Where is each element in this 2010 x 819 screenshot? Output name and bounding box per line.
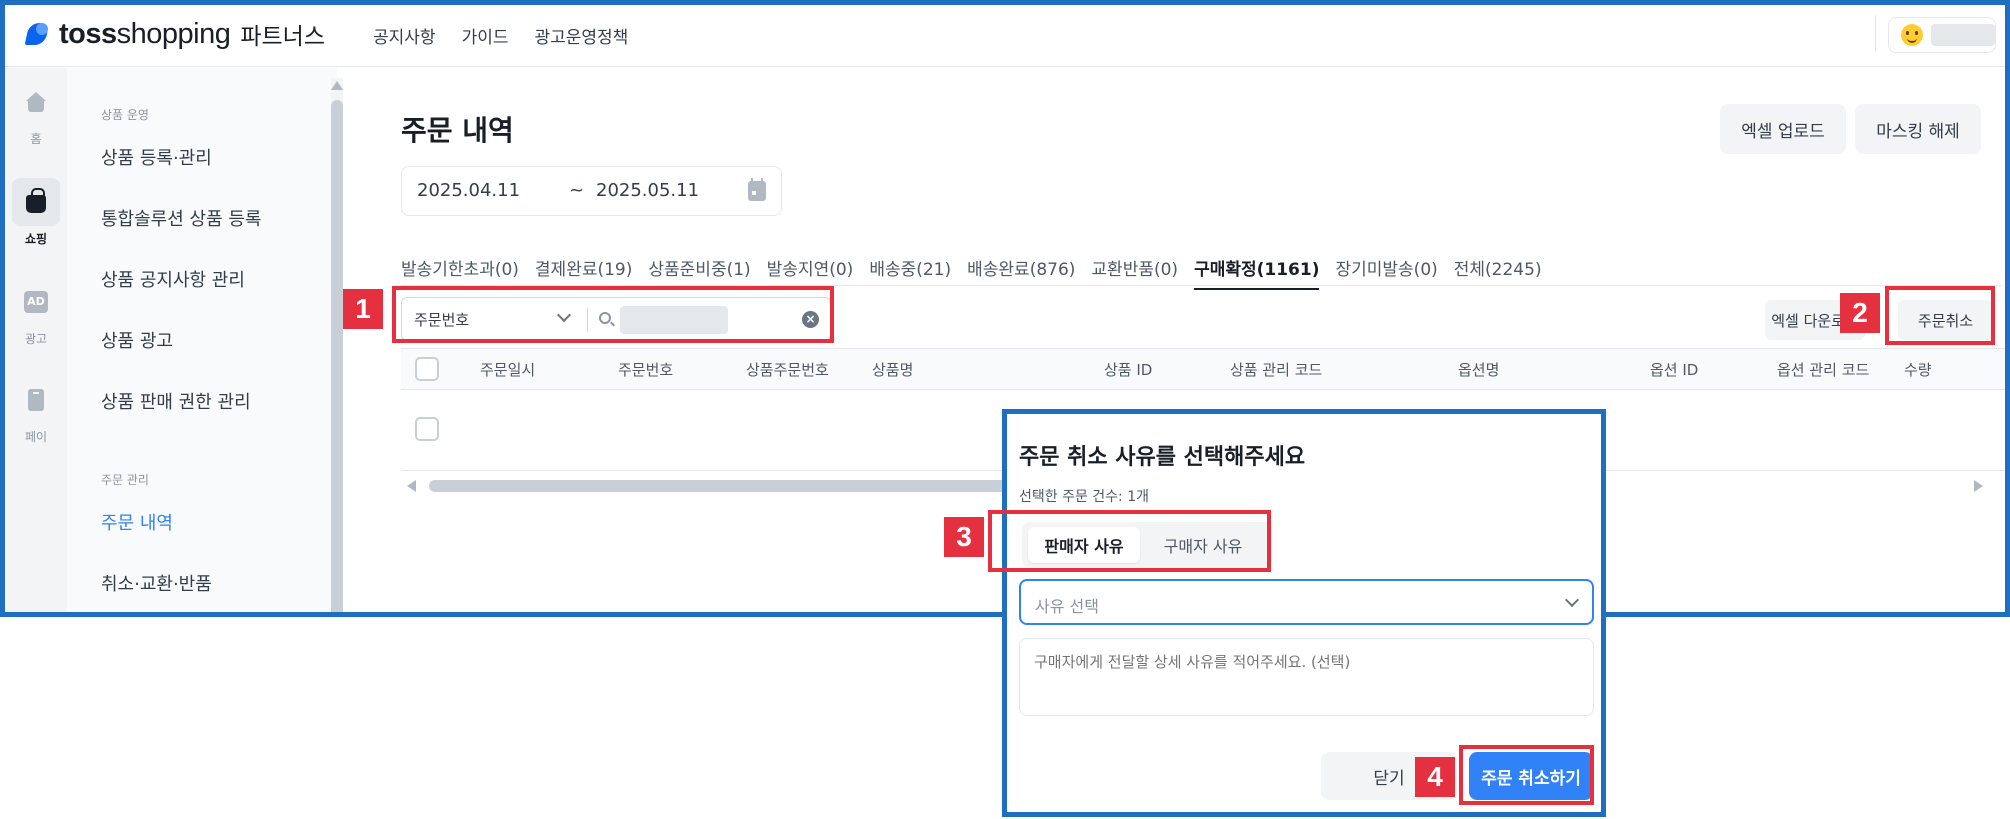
highlight-reason-type xyxy=(988,510,1271,572)
modal-title: 주문 취소 사유를 선택해주세요 xyxy=(1019,445,1306,470)
modal-selected-count: 선택한 주문 건수: 1개 xyxy=(1019,489,1150,505)
header-divider xyxy=(1875,15,1876,51)
rail-label-ad: 광고 xyxy=(24,332,48,346)
sidebar-section-product: 상품 운영 xyxy=(101,108,149,122)
col-quantity[interactable]: 수량 xyxy=(1904,359,1932,380)
scroll-up-arrow-icon[interactable] xyxy=(331,81,343,90)
rail-item-ad[interactable]: AD 광고 xyxy=(11,278,61,347)
profile-name-redacted xyxy=(1931,24,1995,46)
sidebar-item-sales-permission[interactable]: 상품 판매 권한 관리 xyxy=(101,388,251,414)
rail-label-pay: 페이 xyxy=(24,430,48,444)
col-product-order-no[interactable]: 상품주문번호 xyxy=(746,359,829,380)
logo-suffix: 파트너스 xyxy=(240,24,325,50)
row-checkbox[interactable] xyxy=(415,417,439,441)
step-badge-1: 1 xyxy=(343,289,383,329)
step-badge-2: 2 xyxy=(1840,293,1880,333)
sidebar-item-product-ad[interactable]: 상품 광고 xyxy=(101,327,173,353)
reason-select-placeholder: 사유 선택 xyxy=(1035,597,1099,616)
rail-label-home: 홈 xyxy=(30,132,42,146)
top-bar: tossshopping 파트너스 공지사항 가이드 광고운영정책 xyxy=(5,5,2005,67)
step-badge-4: 4 xyxy=(1415,757,1455,797)
col-option-mgmt-code[interactable]: 옵션 관리 코드 xyxy=(1777,359,1869,380)
chevron-down-icon[interactable] xyxy=(1564,592,1580,608)
sidebar-item-cancel-exchange-return[interactable]: 취소·교환·반품 xyxy=(101,570,212,596)
smiley-avatar-icon xyxy=(1901,24,1923,46)
col-product-mgmt-code[interactable]: 상품 관리 코드 xyxy=(1230,359,1322,380)
nav-guide[interactable]: 가이드 xyxy=(462,23,509,48)
shopping-bag-icon xyxy=(26,188,46,213)
col-order-no[interactable]: 주문번호 xyxy=(618,359,673,380)
top-nav: 공지사항 가이드 광고운영정책 xyxy=(373,23,628,48)
nav-notice[interactable]: 공지사항 xyxy=(373,23,436,48)
highlight-search xyxy=(392,286,834,343)
calendar-icon[interactable] xyxy=(748,178,766,201)
rail-item-shopping[interactable]: 쇼핑 xyxy=(11,178,61,247)
page-title: 주문 내역 xyxy=(401,114,514,147)
highlight-confirm xyxy=(1459,745,1594,805)
scroll-right-arrow-icon[interactable] xyxy=(1974,480,1983,492)
date-separator: ~ xyxy=(569,180,585,201)
col-option-id[interactable]: 옵션 ID xyxy=(1650,359,1698,380)
home-icon xyxy=(25,92,47,112)
sidebar-scroll-thumb[interactable] xyxy=(331,100,343,612)
reason-select[interactable]: 사유 선택 xyxy=(1019,579,1594,625)
logo[interactable]: tossshopping 파트너스 xyxy=(25,17,325,51)
col-order-date[interactable]: 주문일시 xyxy=(480,359,535,380)
highlight-cancel-order xyxy=(1885,286,1995,345)
date-from: 2025.04.11 xyxy=(417,180,521,201)
sidebar-item-product-notice[interactable]: 상품 공지사항 관리 xyxy=(101,266,245,292)
unmask-button[interactable]: 마스킹 해제 xyxy=(1855,104,1981,154)
sidebar-item-integrated-register[interactable]: 통합솔루션 상품 등록 xyxy=(101,205,261,231)
pay-icon xyxy=(28,389,44,411)
select-all-checkbox[interactable] xyxy=(415,357,439,381)
excel-upload-button[interactable]: 엑셀 업로드 xyxy=(1720,104,1846,154)
col-product-id[interactable]: 상품 ID xyxy=(1104,359,1152,380)
rail-label-shopping: 쇼핑 xyxy=(24,232,48,246)
ad-icon: AD xyxy=(24,291,48,313)
detail-reason-field[interactable] xyxy=(1019,638,1594,716)
scroll-left-arrow-icon[interactable] xyxy=(407,480,416,492)
profile-button[interactable] xyxy=(1888,17,1996,53)
horizontal-scroll-thumb[interactable] xyxy=(429,480,1019,492)
step-badge-3: 3 xyxy=(944,517,984,557)
toss-logo-icon xyxy=(25,20,53,48)
rail-item-home[interactable]: 홈 xyxy=(11,78,61,147)
sidebar-item-order-history[interactable]: 주문 내역 xyxy=(101,509,173,535)
nav-ad-policy[interactable]: 광고운영정책 xyxy=(534,23,628,48)
sidebar: 상품 운영 상품 등록·관리 통합솔루션 상품 등록 상품 공지사항 관리 상품… xyxy=(67,68,337,612)
table-header: 주문일시 주문번호 상품주문번호 상품명 상품 ID 상품 관리 코드 옵션명 … xyxy=(401,348,2005,390)
left-rail: 홈 쇼핑 AD 광고 페이 xyxy=(5,68,67,612)
logo-bold: toss xyxy=(59,17,117,50)
col-option-name[interactable]: 옵션명 xyxy=(1458,359,1499,380)
date-to: 2025.05.11 xyxy=(596,180,700,201)
sidebar-item-product-register[interactable]: 상품 등록·관리 xyxy=(101,144,212,170)
date-range-picker[interactable]: 2025.04.11 ~ 2025.05.11 xyxy=(401,166,782,216)
col-product-name[interactable]: 상품명 xyxy=(872,359,913,380)
rail-item-pay[interactable]: 페이 xyxy=(11,376,61,445)
logo-light: shopping xyxy=(116,17,231,50)
sidebar-section-order: 주문 관리 xyxy=(101,473,149,487)
